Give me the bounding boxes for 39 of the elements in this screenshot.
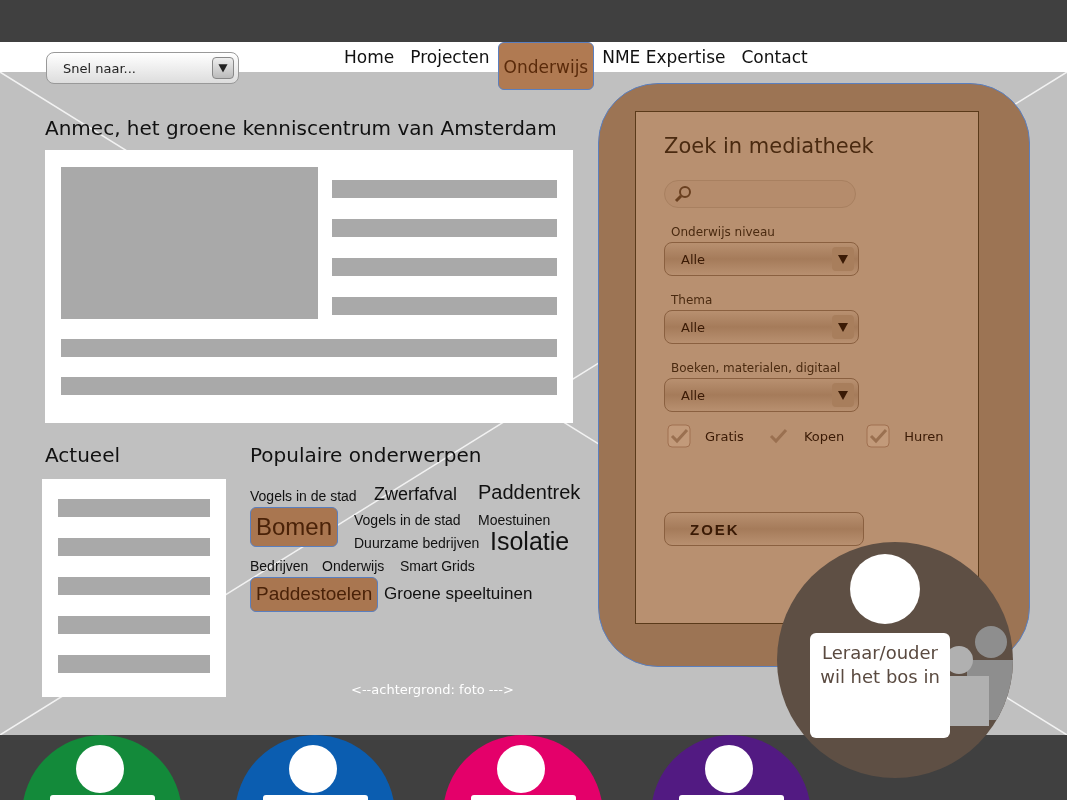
nav-link[interactable]: Contact (733, 40, 816, 74)
nav-link[interactable]: NME Expertise (594, 40, 734, 74)
topic-tag[interactable]: Paddentrek (478, 481, 581, 503)
nav-link[interactable]: Projecten (402, 40, 498, 74)
checkbox[interactable] (667, 424, 691, 448)
filter-label: Boeken, materialen, digitaal (671, 361, 842, 375)
topic-tag[interactable]: Paddestoelen (250, 577, 379, 612)
topic-tag[interactable]: Zwerfafval (374, 485, 458, 505)
option-label: Gratis (705, 428, 744, 444)
topic-tag[interactable]: Moestuinen (478, 513, 551, 529)
quick-nav-dropdown[interactable]: Snel naar... (46, 52, 239, 84)
topic-tag[interactable]: Vogels in de stad (250, 489, 357, 505)
topic-tag[interactable]: Duurzame bedrijven (354, 536, 480, 552)
persona-caption: Leraar/ouder wil het bos in (810, 633, 950, 738)
topic-tag[interactable]: Smart Grids (400, 559, 475, 575)
section-title: Populaire onderwerpen (250, 443, 483, 467)
topic-tag[interactable]: Vogels in de stad (354, 513, 461, 529)
topic-tag[interactable]: Bomen (250, 507, 339, 548)
option-label: Huren (904, 428, 944, 444)
page-title: Anmec, het groene kenniscentrum van Amsterdam (45, 116, 558, 140)
filter-label: Onderwijs niveau (671, 225, 776, 239)
search-icon (673, 184, 693, 204)
filter-dropdown[interactable]: Alle (664, 310, 859, 344)
search-button[interactable]: ZOEK (664, 512, 864, 546)
topic-tag[interactable]: Isolatie (490, 528, 570, 556)
topic-tag[interactable]: Bedrijven (250, 559, 309, 575)
panel-title: Zoek in mediatheek (664, 134, 875, 158)
filter-dropdown[interactable]: Alle (664, 242, 859, 276)
option-label: Kopen (803, 428, 845, 444)
filter-label: Thema (671, 293, 714, 307)
search-field[interactable] (664, 180, 856, 208)
person-icon (947, 624, 1013, 729)
checkbox[interactable] (866, 424, 891, 448)
nav-link[interactable]: Home (336, 40, 403, 74)
filter-dropdown[interactable]: Alle (664, 378, 859, 412)
topic-tag[interactable]: Onderwijs (322, 559, 385, 575)
section-title: Actueel (45, 443, 121, 467)
topic-tag[interactable]: Groene speeltuinen (384, 585, 533, 604)
background-note: <--achtergrond: foto ---> (351, 682, 514, 697)
